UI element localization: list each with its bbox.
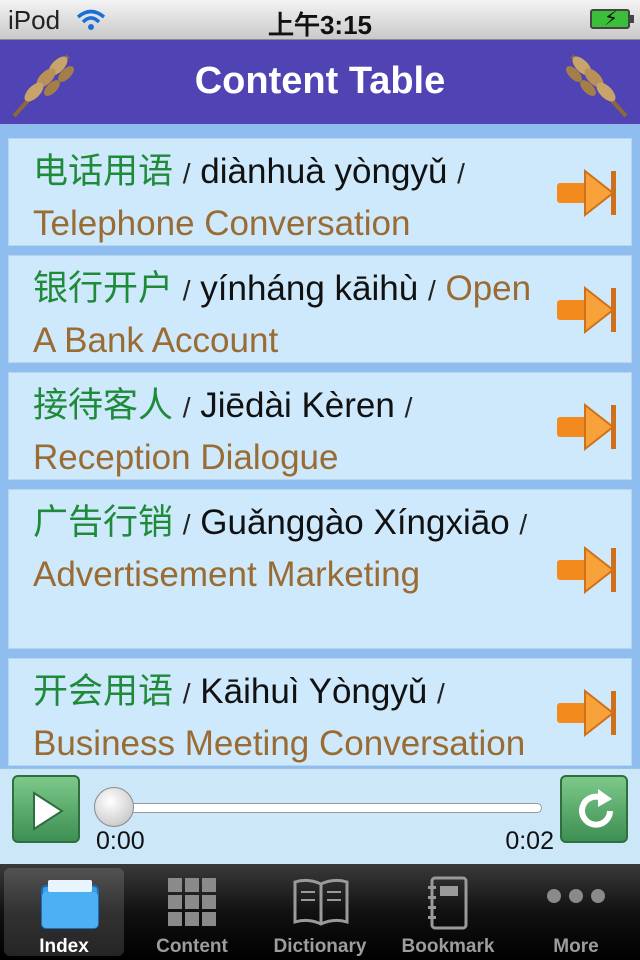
english-title: Reception Dialogue	[33, 438, 339, 477]
tab-more[interactable]: More	[516, 868, 636, 957]
status-bar: iPod 上午3:15 ⚡	[0, 0, 640, 40]
english-title: Business Meeting Conversation	[33, 724, 526, 763]
tab-label: More	[553, 936, 599, 957]
progress-thumb[interactable]	[94, 787, 134, 827]
status-time: 上午3:15	[267, 10, 373, 40]
chinese-title: 广告行销	[33, 503, 174, 542]
tab-label: Bookmark	[401, 936, 495, 957]
separator: /	[437, 678, 445, 709]
list-item-text: 开会用语 / Kāihuì Yòngyǔ / Business Meeting …	[33, 667, 553, 768]
arrow-right-icon[interactable]	[555, 284, 619, 336]
battery-icon: ⚡	[590, 8, 634, 30]
grid-icon	[168, 878, 216, 926]
pinyin-title: yínháng kāihù	[200, 269, 419, 308]
progress-slider[interactable]	[100, 803, 542, 813]
folder-icon	[41, 880, 99, 929]
separator: /	[427, 275, 436, 306]
tab-index[interactable]: Index	[4, 868, 124, 957]
pinyin-title: Kāihuì Yòngyǔ	[200, 672, 428, 711]
tab-dictionary[interactable]: Dictionary	[260, 868, 380, 957]
tab-label: Content	[156, 936, 228, 957]
separator: /	[182, 158, 191, 189]
list-item-text: 接待客人 / Jiēdài Kèren / Reception Dialogue	[33, 381, 553, 483]
english-title: Advertisement Marketing	[33, 555, 421, 594]
tab-label: Dictionary	[273, 936, 367, 957]
arrow-right-icon[interactable]	[555, 687, 619, 739]
nav-header: Content Table	[0, 40, 640, 124]
separator: /	[404, 392, 413, 423]
wheat-decoration-icon	[566, 54, 628, 118]
tab-bookmark[interactable]: Bookmark	[388, 868, 508, 957]
chinese-title: 开会用语	[33, 672, 174, 711]
list-item-text: 电话用语 / diànhuà yòngyǔ / Telephone Conver…	[33, 147, 553, 249]
separator: /	[182, 509, 191, 540]
page-title: Content Table	[194, 60, 446, 102]
tab-content[interactable]: Content	[132, 868, 252, 957]
arrow-right-icon[interactable]	[555, 167, 619, 219]
pinyin-title: Jiēdài Kèren	[200, 386, 395, 425]
play-icon	[33, 791, 64, 831]
replay-button[interactable]	[560, 775, 628, 843]
list-item[interactable]: 接待客人 / Jiēdài Kèren / Reception Dialogue	[8, 372, 632, 480]
chinese-title: 接待客人	[33, 386, 174, 425]
list-item[interactable]: 广告行销 / Guǎnggào Xíngxiāo / Advertisement…	[8, 489, 632, 649]
charging-bolt-icon: ⚡	[604, 8, 619, 30]
separator: /	[182, 275, 191, 306]
list-item[interactable]: 银行开户 / yínháng kāihù / Open A Bank Accou…	[8, 255, 632, 363]
separator: /	[182, 678, 191, 709]
list-item-text: 广告行销 / Guǎnggào Xíngxiāo / Advertisement…	[33, 498, 553, 600]
refresh-icon	[579, 789, 613, 828]
chinese-title: 银行开户	[33, 269, 174, 308]
tab-label: Index	[39, 936, 89, 957]
current-time: 0:00	[96, 827, 145, 855]
separator: /	[519, 509, 528, 540]
content-list: 电话用语 / diànhuà yòngyǔ / Telephone Conver…	[0, 124, 640, 768]
arrow-right-icon[interactable]	[555, 544, 619, 596]
list-item-text: 银行开户 / yínháng kāihù / Open A Bank Accou…	[33, 264, 553, 366]
pinyin-title: diànhuà yòngyǔ	[200, 152, 448, 191]
more-icon	[547, 889, 605, 903]
play-button[interactable]	[12, 775, 80, 843]
total-time: 0:02	[505, 827, 554, 855]
pinyin-title: Guǎnggào Xíngxiāo	[200, 503, 510, 542]
tab-bar: Index Content Dictionary Bookmark More	[0, 864, 640, 960]
english-title: Telephone Conversation	[33, 204, 411, 243]
list-item[interactable]: 电话用语 / diànhuà yòngyǔ / Telephone Conver…	[8, 138, 632, 246]
notebook-icon	[428, 876, 468, 930]
book-icon	[293, 878, 349, 926]
list-item[interactable]: 开会用语 / Kāihuì Yòngyǔ / Business Meeting …	[8, 658, 632, 766]
separator: /	[457, 158, 465, 189]
audio-player: 0:00 0:02	[0, 768, 640, 864]
chinese-title: 电话用语	[33, 152, 174, 191]
arrow-right-icon[interactable]	[555, 401, 619, 453]
separator: /	[182, 392, 191, 423]
